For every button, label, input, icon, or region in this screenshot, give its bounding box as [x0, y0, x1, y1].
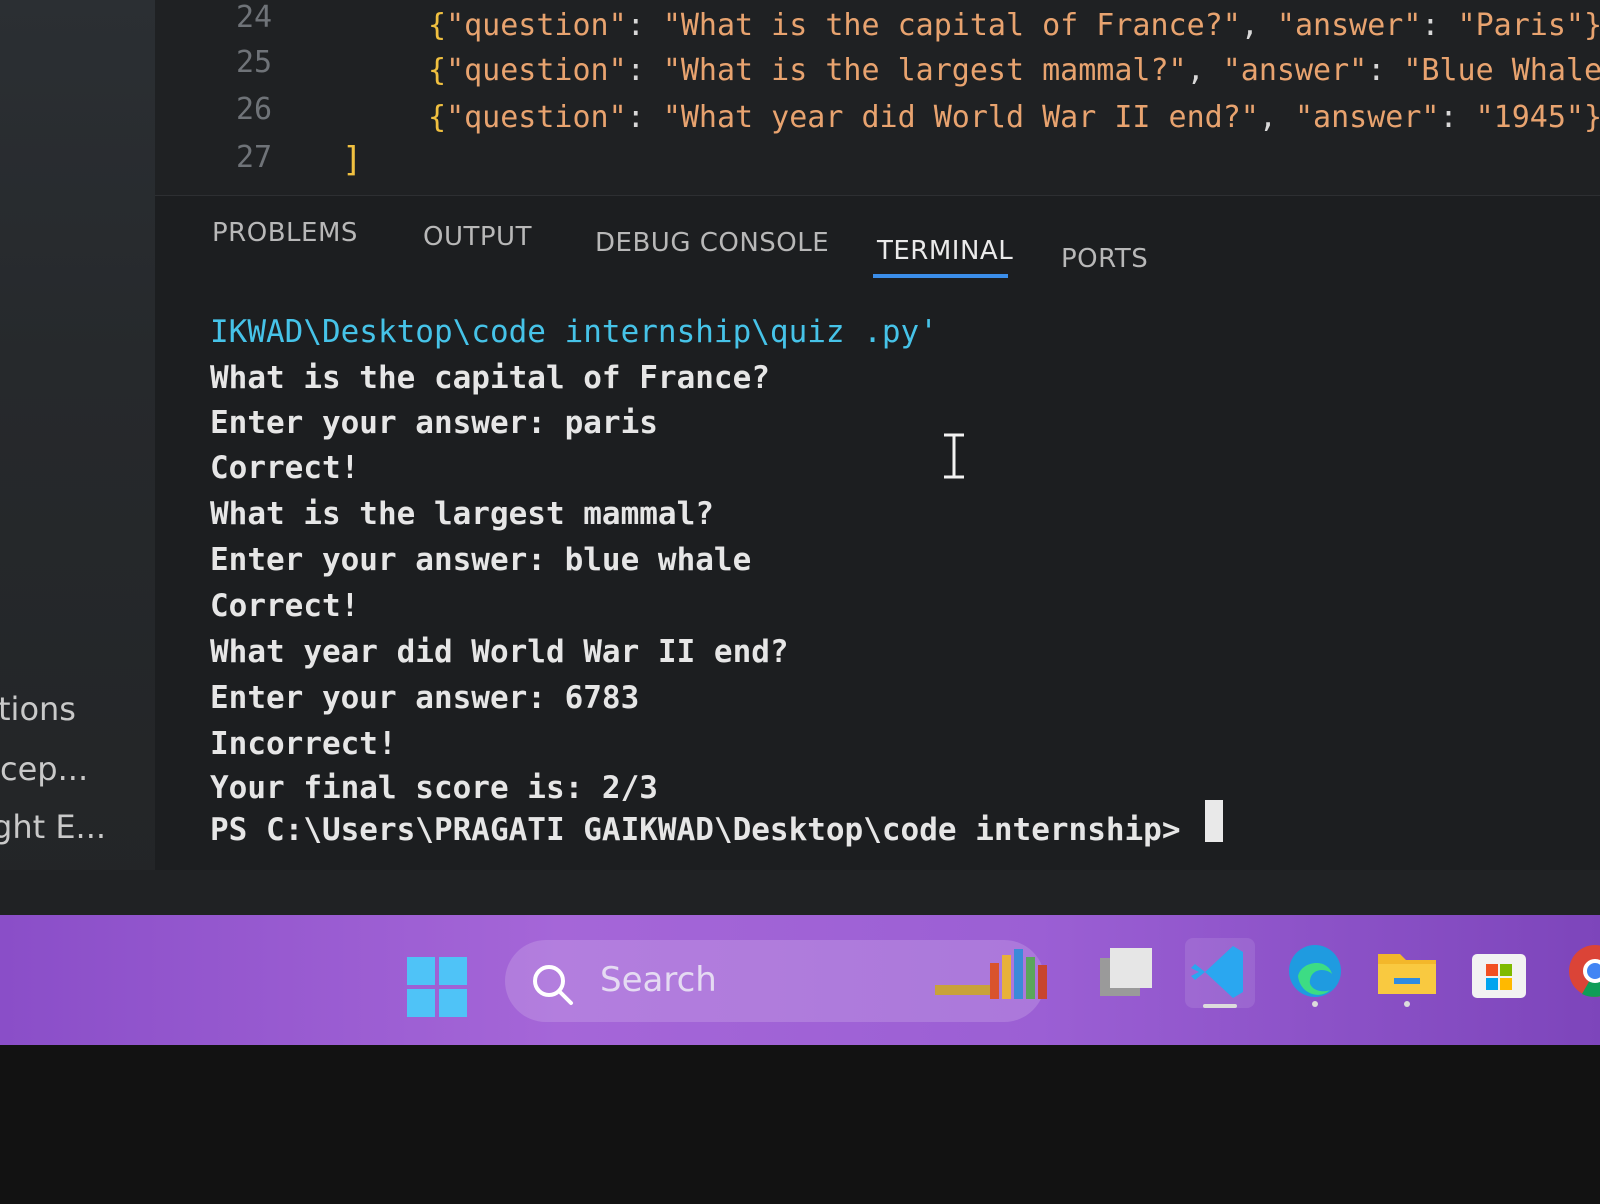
code-colon: :: [1367, 53, 1404, 88]
tab-problems[interactable]: PROBLEMS: [212, 218, 358, 248]
terminal-cursor: [1205, 800, 1223, 842]
file-explorer-icon[interactable]: [1372, 938, 1442, 1008]
screen: tions cep... ght E... 24 25 26 27 {"ques…: [0, 0, 1600, 1204]
chrome-icon[interactable]: [1560, 938, 1600, 1008]
code-brace: {: [428, 100, 447, 135]
terminal-line: Enter your answer: 6783: [210, 680, 640, 716]
code-answer: "Blue Whale: [1403, 53, 1600, 88]
terminal-line: Enter your answer: paris: [210, 405, 658, 441]
terminal-line: Your final score is: 2/3: [210, 770, 658, 806]
tab-debug-console[interactable]: DEBUG CONSOLE: [595, 228, 829, 258]
code-colon: :: [1421, 8, 1458, 43]
code-line: {"question": "What is the capital of Fra…: [428, 8, 1600, 43]
code-brace: {: [428, 53, 447, 88]
code-question: "What is the largest mammal?": [662, 53, 1187, 88]
line-number: 24: [236, 0, 273, 35]
code-key: "question": [446, 100, 627, 135]
sidebar-item-options[interactable]: tions: [0, 690, 76, 728]
code-colon: :: [626, 100, 663, 135]
vscode-icon[interactable]: [1185, 938, 1255, 1008]
active-tab-indicator: [873, 274, 1008, 278]
code-line: {"question": "What year did World War II…: [428, 100, 1600, 135]
terminal-prompt[interactable]: PS C:\Users\PRAGATI GAIKWAD\Desktop\code…: [210, 812, 1181, 848]
code-answer-key: "answer": [1294, 100, 1440, 135]
code-key: "question": [446, 8, 627, 43]
desk-surface: [0, 1045, 1600, 1204]
sidebar: tions cep... ght E...: [0, 0, 155, 900]
code-sep: ,: [1186, 53, 1223, 88]
code-key: "question": [446, 53, 627, 88]
line-number: 27: [236, 140, 273, 175]
text-cursor-icon: [944, 433, 964, 479]
search-highlight-icon[interactable]: [935, 945, 1050, 1005]
terminal-line: IKWAD\Desktop\code internship\quiz .py': [210, 314, 938, 350]
code-sep: ,: [1258, 100, 1295, 135]
code-line: {"question": "What is the largest mammal…: [428, 53, 1600, 88]
search-label: Search: [600, 960, 717, 1000]
code-question: "What is the capital of France?": [662, 8, 1241, 43]
terminal-line: Correct!: [210, 450, 360, 486]
line-number: 25: [236, 45, 273, 80]
code-brace: {: [428, 8, 447, 43]
code-colon: :: [1439, 100, 1476, 135]
terminal-line: What is the capital of France?: [210, 360, 770, 396]
microsoft-store-icon[interactable]: [1464, 938, 1534, 1008]
closing-bracket: ]: [342, 140, 363, 180]
sidebar-item-exceptions[interactable]: cep...: [0, 750, 88, 788]
code-sep: ,: [1240, 8, 1277, 43]
windows-start-icon[interactable]: [405, 955, 469, 1019]
code-answer: "Paris"}: [1457, 8, 1600, 43]
search-icon: [533, 965, 573, 1005]
tab-output[interactable]: OUTPUT: [423, 222, 532, 252]
terminal-line: Enter your answer: blue whale: [210, 542, 752, 578]
tab-ports[interactable]: PORTS: [1061, 244, 1148, 274]
code-question: "What year did World War II end?": [662, 100, 1259, 135]
sidebar-item-light-e[interactable]: ght E...: [0, 808, 106, 846]
terminal-line: What is the largest mammal?: [210, 496, 714, 532]
task-view-icon[interactable]: [1092, 938, 1162, 1008]
code-answer: "1945"}: [1475, 100, 1600, 135]
code-answer-key: "answer": [1222, 53, 1368, 88]
tab-terminal[interactable]: TERMINAL: [877, 236, 1013, 266]
edge-icon[interactable]: [1280, 938, 1350, 1008]
terminal-line: What year did World War II end?: [210, 634, 789, 670]
terminal-line: Incorrect!: [210, 726, 397, 762]
code-answer-key: "answer": [1276, 8, 1422, 43]
code-colon: :: [626, 8, 663, 43]
code-colon: :: [626, 53, 663, 88]
terminal-line: Correct!: [210, 588, 360, 624]
line-number: 26: [236, 92, 273, 127]
